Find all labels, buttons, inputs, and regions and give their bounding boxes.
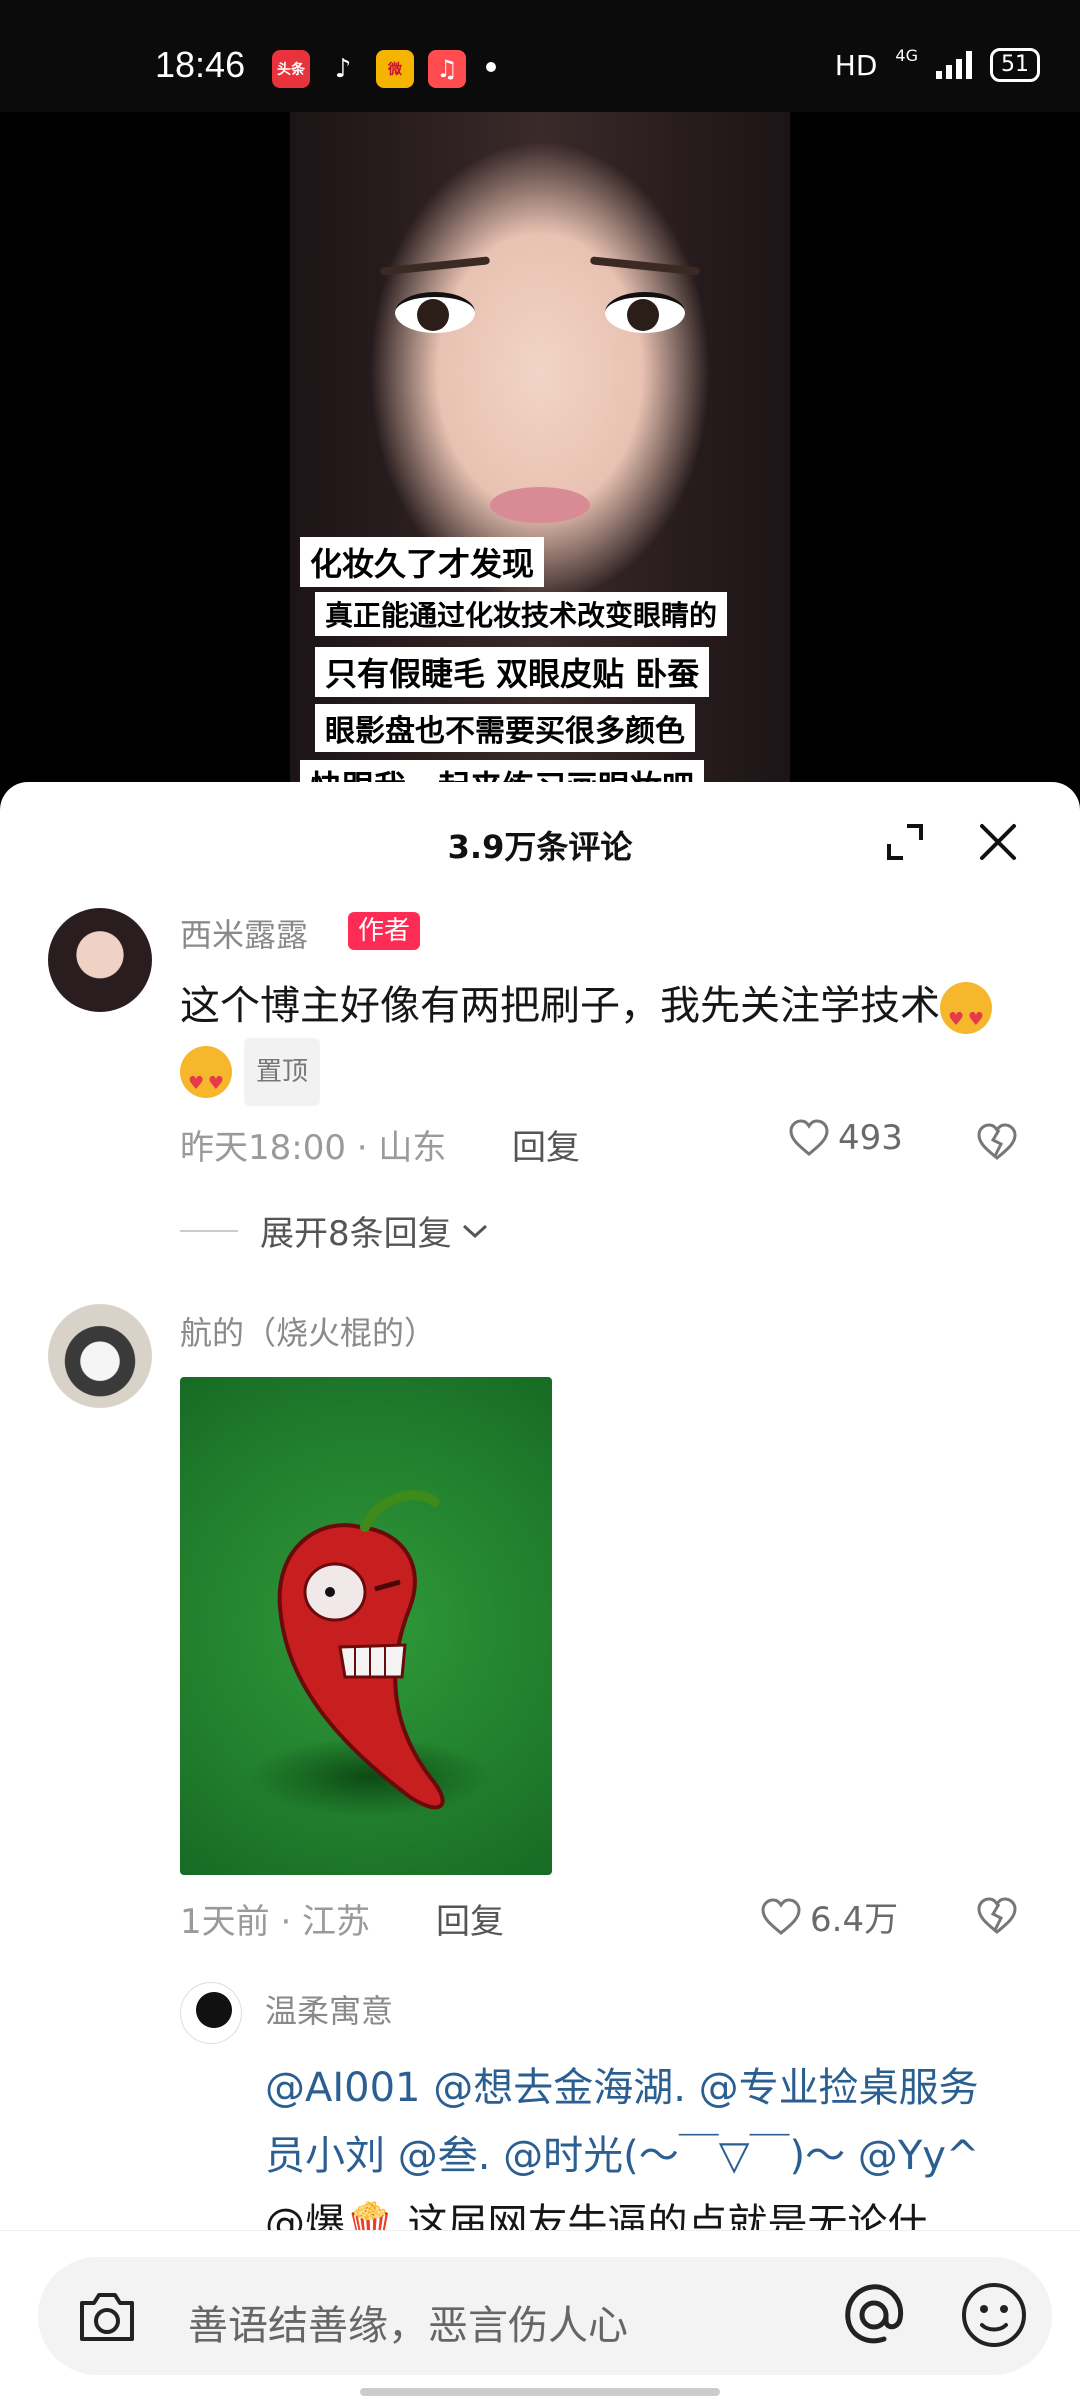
- reply-username[interactable]: 温柔寓意: [265, 1986, 393, 2032]
- comment-text: 这个博主好像有两把刷子，我先关注学技术置顶: [180, 974, 1030, 1116]
- avatar[interactable]: [180, 1982, 242, 2044]
- comment-image-jalapeno-sticker[interactable]: [180, 1377, 552, 1875]
- dislike-icon[interactable]: [975, 1894, 1019, 1938]
- heart-icon: [789, 1119, 829, 1156]
- comment-meta: 1天前 · 江苏: [180, 1902, 371, 1942]
- music-icon: ♫: [428, 50, 466, 88]
- expand-replies-label: 展开8条回复: [260, 1214, 452, 1254]
- home-indicator[interactable]: [360, 2388, 720, 2396]
- pinned-badge: 置顶: [244, 1038, 321, 1106]
- eyebrow-right: [589, 256, 701, 276]
- close-icon[interactable]: [976, 820, 1020, 864]
- camera-icon[interactable]: [72, 2281, 142, 2351]
- status-time: 18:46: [155, 44, 246, 85]
- toutiao-icon: 头条: [272, 50, 310, 88]
- heart-icon: [761, 1897, 801, 1935]
- reply-text-line: 员小刘 @叁. @时光(〜￣▽￣)〜 @Yy^: [265, 2133, 980, 2179]
- notification-dot-icon: [486, 62, 496, 72]
- like-count: 493: [838, 1118, 903, 1158]
- comment-meta: 昨天18:00 · 山东: [180, 1128, 447, 1168]
- eye-right: [605, 292, 685, 333]
- reply-button[interactable]: 回复: [436, 1894, 504, 1943]
- heart-eyes-emoji-icon: [180, 1046, 232, 1116]
- video-caption: 化妆久了才发现: [300, 537, 545, 587]
- fullscreen-icon[interactable]: [885, 822, 925, 862]
- author-badge: 作者: [348, 912, 421, 950]
- chevron-down-icon: [462, 1224, 487, 1238]
- jalapeno-icon: [277, 1490, 445, 1810]
- eyebrow-left: [379, 256, 491, 276]
- eye-left: [395, 292, 475, 333]
- comment-sheet: 3.9万条评论 西米露露 作者 这个博主好像有两把刷子，我先关注学技术置顶 昨天…: [0, 782, 1080, 2400]
- comment-username[interactable]: 西米露露: [180, 910, 308, 956]
- reply-text-line: @AI001 @想去金海湖. @专业捡桌服务: [265, 2065, 979, 2111]
- battery-icon: 51: [990, 48, 1040, 82]
- signal-icon: [936, 51, 972, 79]
- comment-input-bar: 善语结善缘，恶言伤人心: [0, 2230, 1080, 2401]
- status-indicators: HD 4G 51: [834, 45, 1040, 82]
- network-label: 4G: [895, 45, 918, 65]
- emoji-icon[interactable]: [958, 2279, 1030, 2351]
- at-mention-icon[interactable]: [838, 2279, 910, 2351]
- like-button[interactable]: 493: [788, 1118, 903, 1158]
- expand-replies-button[interactable]: 展开8条回复: [180, 1206, 492, 1255]
- video-caption: 真正能通过化妆技术改变眼睛的: [315, 592, 728, 636]
- comment-body: 这个博主好像有两把刷子，我先关注学技术: [180, 983, 940, 1029]
- divider-line: [180, 1229, 238, 1232]
- avatar[interactable]: [48, 1304, 152, 1408]
- comment-input-placeholder[interactable]: 善语结善缘，恶言伤人心: [188, 2293, 628, 2351]
- video-player[interactable]: 化妆久了才发现 真正能通过化妆技术改变眼睛的 只有假睫毛 双眼皮贴 卧蚕 眼影盘…: [0, 112, 1080, 792]
- like-count: 6.4万: [810, 1900, 899, 1940]
- heart-eyes-emoji-icon: [940, 982, 992, 1052]
- tiktok-icon: ♪: [324, 50, 362, 88]
- weibo-icon: 微: [376, 50, 414, 88]
- video-caption: 眼影盘也不需要买很多颜色: [315, 704, 695, 752]
- dislike-icon[interactable]: [975, 1120, 1019, 1164]
- reply-text: @AI001 @想去金海湖. @专业捡桌服务 员小刘 @叁. @时光(〜￣▽￣)…: [265, 2054, 1065, 2258]
- like-button[interactable]: 6.4万: [760, 1892, 898, 1941]
- hd-label: HD: [834, 48, 878, 82]
- lips: [490, 487, 590, 523]
- video-caption: 只有假睫毛 双眼皮贴 卧蚕: [315, 647, 710, 697]
- status-bar: 18:46 头条 ♪ 微 ♫ HD 4G 51: [0, 0, 1080, 112]
- comment-username[interactable]: 航的（烧火棍的）: [180, 1308, 436, 1354]
- reply-button[interactable]: 回复: [512, 1120, 580, 1169]
- avatar[interactable]: [48, 908, 152, 1012]
- video-frame: 化妆久了才发现 真正能通过化妆技术改变眼睛的 只有假睫毛 双眼皮贴 卧蚕 眼影盘…: [290, 112, 790, 792]
